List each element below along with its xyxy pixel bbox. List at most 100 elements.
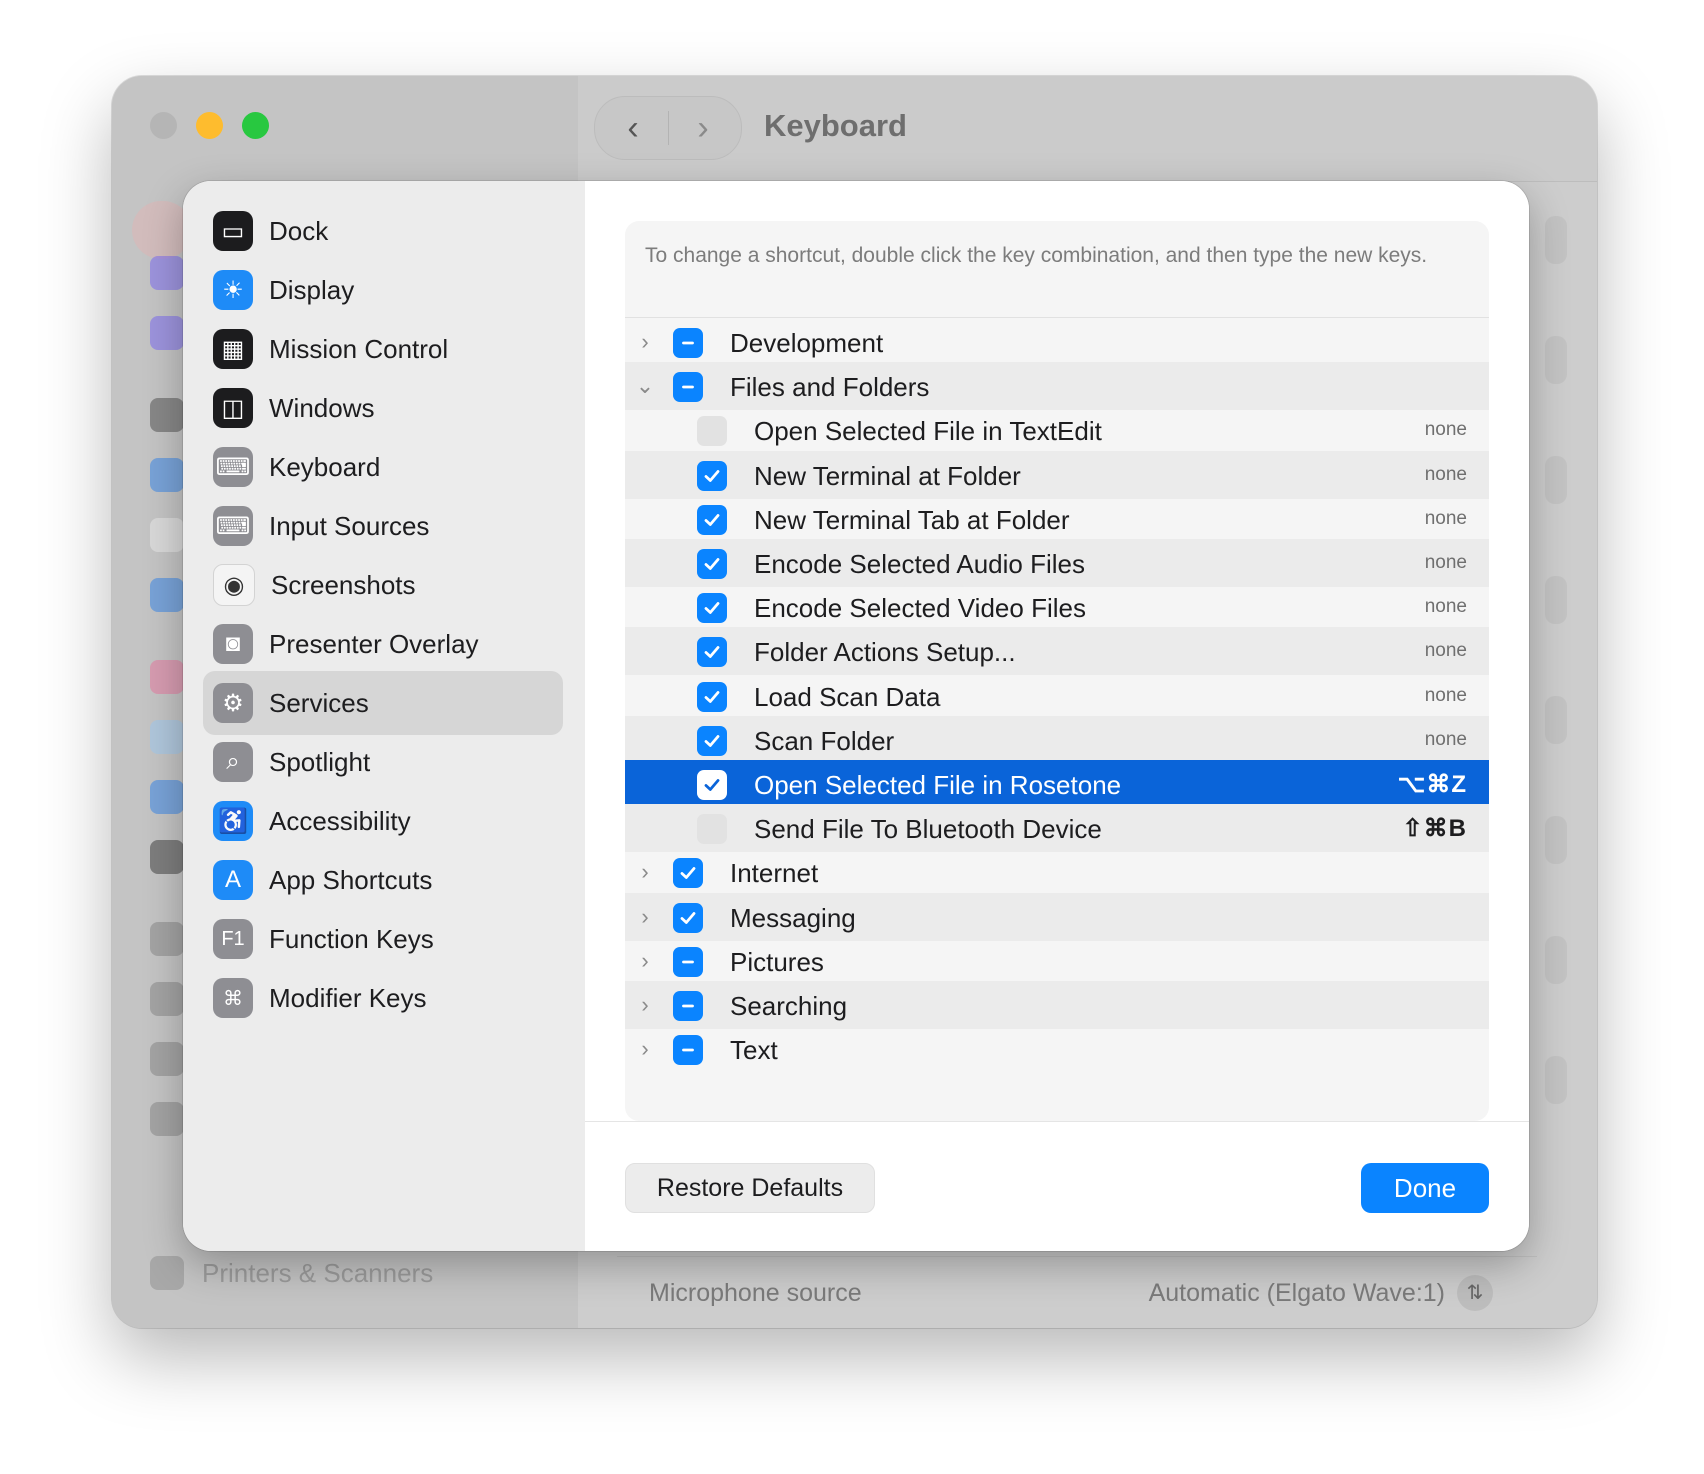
sidebar-item-screenshots[interactable]: ◉ Screenshots	[203, 553, 563, 617]
service-category-row[interactable]: › Internet	[625, 848, 1489, 896]
shortcut-key[interactable]: none	[1425, 464, 1467, 486]
sidebar-item-printers: Printers & Scanners	[150, 1256, 433, 1290]
shortcut-key[interactable]: none	[1425, 596, 1467, 618]
shortcut-key[interactable]: none	[1425, 729, 1467, 751]
chevron-right-icon[interactable]: ›	[635, 324, 655, 360]
shortcut-key[interactable]: none	[1425, 640, 1467, 662]
accessibility-icon: ♿	[213, 801, 253, 841]
service-category-row[interactable]: › Searching	[625, 981, 1489, 1029]
shortcut-key[interactable]: none	[1425, 685, 1467, 707]
service-row[interactable]: New Terminal Tab at Folder none	[625, 495, 1489, 543]
service-category-row[interactable]: ⌄ Files and Folders	[625, 362, 1489, 411]
service-row[interactable]: Load Scan Data none	[625, 672, 1489, 720]
service-category-row[interactable]: › Text	[625, 1025, 1489, 1073]
service-label: Internet	[730, 858, 819, 889]
printer-icon	[150, 1256, 184, 1290]
screen-time-icon	[150, 316, 184, 350]
chevron-right-icon[interactable]: ›	[635, 854, 655, 890]
enable-checkbox[interactable]	[697, 770, 727, 800]
enable-checkbox[interactable]	[697, 460, 727, 491]
background-control	[1545, 336, 1567, 384]
instruction-text: To change a shortcut, double click the k…	[645, 244, 1428, 267]
enable-checkbox[interactable]	[697, 637, 727, 668]
enable-checkbox[interactable]	[697, 814, 727, 845]
sidebar-item-label: Function Keys	[269, 923, 434, 954]
shortcut-key[interactable]: ⌥⌘Z	[1398, 770, 1467, 799]
enable-checkbox[interactable]	[697, 725, 727, 756]
sidebar-item-app-shortcuts[interactable]: A App Shortcuts	[203, 848, 563, 912]
enable-checkbox[interactable]	[673, 991, 703, 1021]
enable-checkbox[interactable]	[697, 416, 727, 447]
sidebar-item-services[interactable]: ⚙ Services	[203, 671, 563, 735]
sidebar-item-spotlight[interactable]: ⌕ Spotlight	[203, 730, 563, 794]
service-row[interactable]: Send File To Bluetooth Device ⇧⌘B	[625, 804, 1489, 853]
shortcut-key[interactable]: none	[1425, 419, 1467, 441]
service-row[interactable]: Scan Folder none	[625, 715, 1489, 764]
enable-checkbox[interactable]	[673, 328, 703, 358]
enable-checkbox[interactable]	[673, 946, 703, 977]
function-keys-icon: F1	[213, 919, 253, 959]
enable-checkbox[interactable]	[697, 549, 727, 579]
chevron-right-icon[interactable]: ›	[635, 1031, 655, 1067]
sidebar-item-label: Mission Control	[269, 333, 449, 364]
chevron-down-icon[interactable]: ⌄	[635, 368, 655, 404]
popup-chevrons-icon[interactable]: ⇅	[1457, 1275, 1493, 1311]
background-control	[1545, 1056, 1567, 1104]
sidebar-item-keyboard[interactable]: ⌨ Keyboard	[203, 435, 563, 499]
sidebar-item-label: Keyboard	[269, 451, 381, 482]
enable-checkbox[interactable]	[697, 504, 727, 535]
shortcut-key[interactable]: none	[1425, 552, 1467, 574]
sidebar-item-presenter-overlay[interactable]: ◙ Presenter Overlay	[203, 612, 563, 676]
service-label: Development	[730, 328, 884, 358]
forward-button[interactable]: ›	[673, 105, 733, 151]
trackpad-icon	[150, 1042, 184, 1076]
chevron-right-icon[interactable]: ›	[635, 943, 655, 979]
shortcut-key[interactable]: none	[1425, 508, 1467, 530]
enable-checkbox[interactable]	[673, 902, 703, 933]
done-button[interactable]: Done	[1361, 1163, 1489, 1213]
enable-checkbox[interactable]	[697, 681, 727, 712]
sidebar-item-label: Accessibility	[269, 805, 411, 836]
sidebar-item-function-keys[interactable]: F1 Function Keys	[203, 907, 563, 971]
sidebar-item-accessibility[interactable]: ♿ Accessibility	[203, 789, 563, 853]
service-category-row[interactable]: › Messaging	[625, 892, 1489, 941]
enable-checkbox[interactable]	[673, 858, 703, 889]
restore-defaults-button[interactable]: Restore Defaults	[625, 1163, 875, 1213]
shortcuts-content: To change a shortcut, double click the k…	[585, 181, 1529, 1251]
zoom-window-button[interactable]	[242, 112, 269, 139]
enable-checkbox[interactable]	[673, 1035, 703, 1066]
dock-icon: ▭	[213, 211, 253, 251]
sidebar-item-windows[interactable]: ◫ Windows	[203, 376, 563, 440]
sidebar-item-label: Display	[269, 274, 355, 305]
service-row[interactable]: Open Selected File in Rosetone ⌥⌘Z	[625, 760, 1489, 808]
printers-label: Printers & Scanners	[202, 1257, 434, 1288]
enable-checkbox[interactable]	[673, 372, 703, 403]
service-category-row[interactable]: › Pictures	[625, 937, 1489, 985]
service-label: Searching	[730, 991, 848, 1021]
close-window-button[interactable]	[150, 112, 177, 139]
service-row[interactable]: Encode Selected Video Files none	[625, 583, 1489, 631]
app-shortcuts-icon: A	[213, 860, 253, 900]
chevron-right-icon[interactable]: ›	[635, 987, 655, 1023]
enable-checkbox[interactable]	[697, 593, 727, 624]
shortcut-key[interactable]: ⇧⌘B	[1403, 814, 1467, 843]
minimize-window-button[interactable]	[196, 112, 223, 139]
service-row[interactable]: Open Selected File in TextEdit none	[625, 406, 1489, 454]
windows-icon: ◫	[213, 388, 253, 428]
service-category-row[interactable]: › Development	[625, 318, 1489, 366]
chevron-right-icon[interactable]: ›	[635, 899, 655, 935]
service-row[interactable]: Encode Selected Audio Files none	[625, 539, 1489, 587]
back-button[interactable]: ‹	[603, 105, 663, 151]
sidebar-item-display[interactable]: ☀ Display	[203, 258, 563, 322]
sidebar-item-modifier-keys[interactable]: ⌘ Modifier Keys	[203, 966, 563, 1030]
microphone-source-value: Automatic (Elgato Wave:1)	[1148, 1279, 1445, 1307]
sidebar-item-input-sources[interactable]: ⌨ Input Sources	[203, 494, 563, 558]
sidebar-item-mission-control[interactable]: ▦ Mission Control	[203, 317, 563, 381]
sidebar-item-dock[interactable]: ▭ Dock	[203, 199, 563, 263]
spotlight-icon: ⌕	[213, 742, 253, 782]
services-list: To change a shortcut, double click the k…	[625, 221, 1489, 1121]
services-icon: ⚙	[213, 683, 253, 723]
service-row[interactable]: Folder Actions Setup... none	[625, 627, 1489, 676]
screenshots-icon: ◉	[213, 564, 255, 606]
service-row[interactable]: New Terminal at Folder none	[625, 450, 1489, 499]
